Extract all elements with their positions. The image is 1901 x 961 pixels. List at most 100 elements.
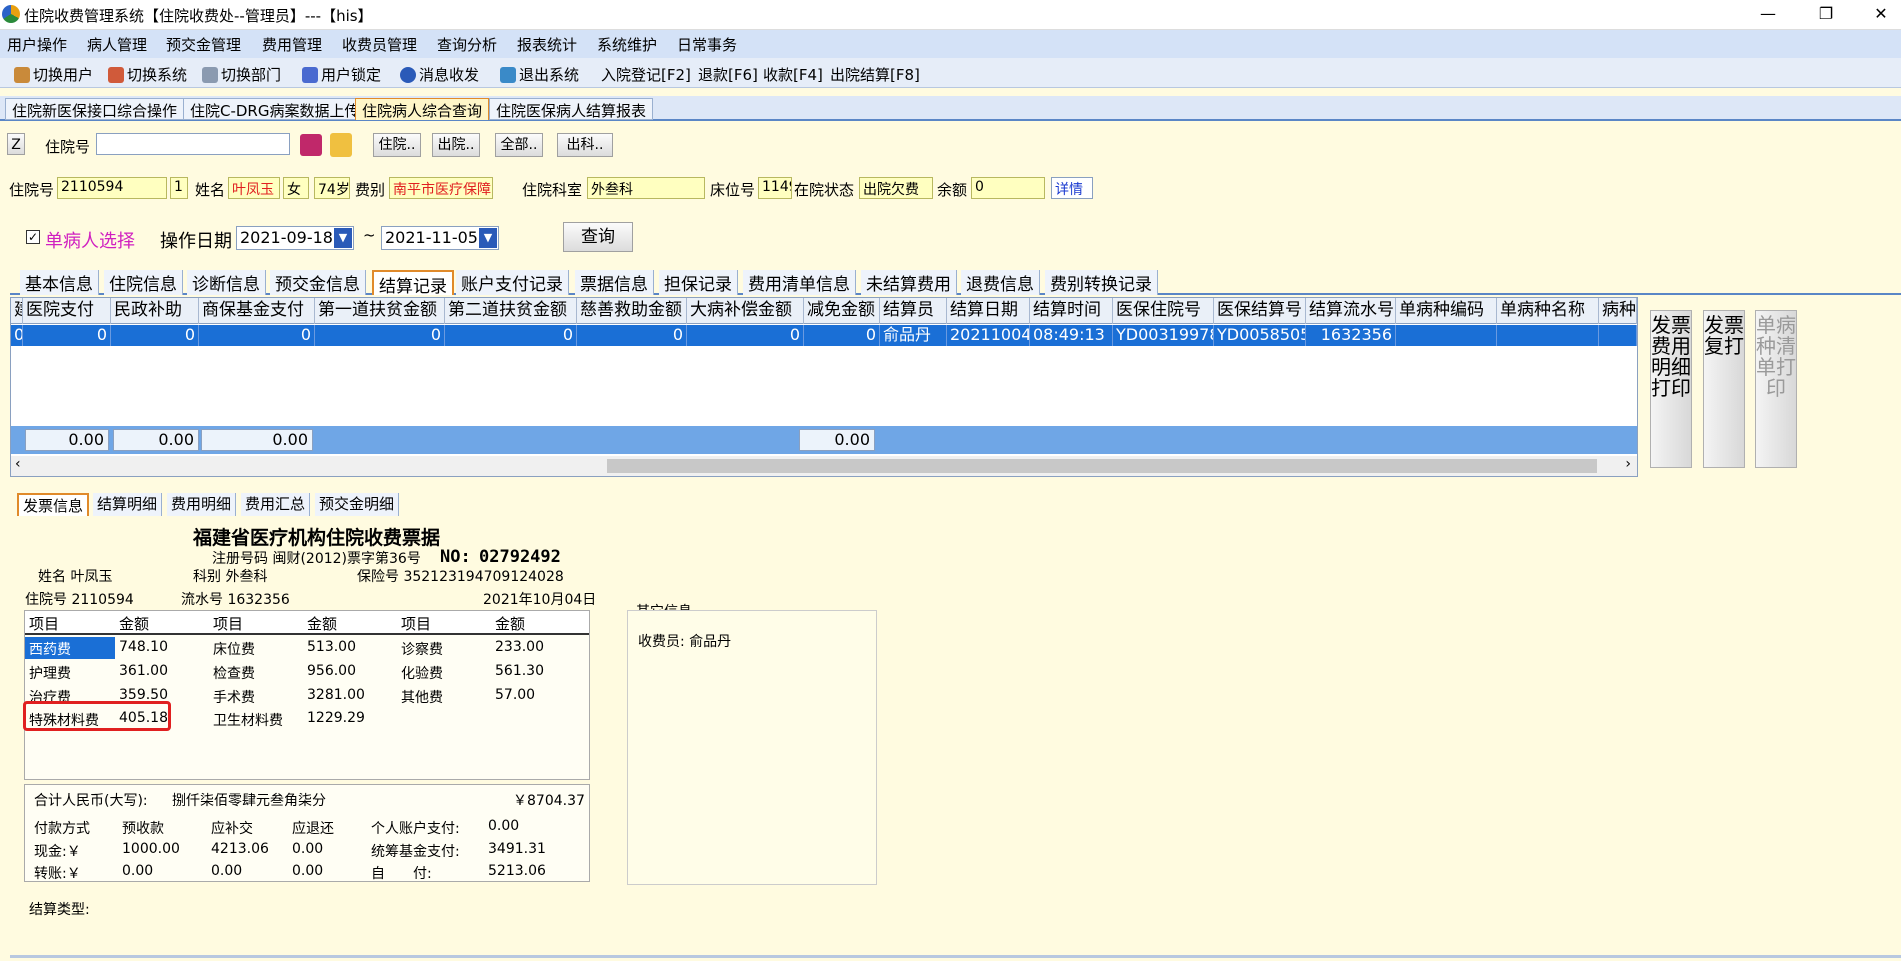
bottom-border [10, 955, 1901, 958]
total-words: 捌仟柒佰零肆元叁角柒分 [172, 793, 326, 809]
menu-daily-affairs[interactable]: 日常事务 [677, 34, 737, 55]
out-dept-button[interactable]: 出科.. [557, 133, 613, 157]
grid-header-cell[interactable]: 民政补助 [111, 298, 199, 324]
grid-header-cell[interactable]: 结算时间 [1030, 298, 1113, 324]
tab-fee-summary[interactable]: 费用汇总 [241, 493, 311, 516]
chevron-down-icon[interactable]: ▼ [479, 228, 497, 248]
close-button[interactable]: ✕ [1858, 3, 1901, 25]
menu-query-analysis[interactable]: 查询分析 [437, 34, 497, 55]
table-cell: 08:49:13 [1030, 325, 1113, 346]
tab-invoice-info[interactable]: 发票信息 [17, 493, 90, 516]
minimize-button[interactable]: — [1745, 3, 1791, 25]
tab-fee-list[interactable]: 费用清单信息 [743, 270, 856, 295]
inhosp-button[interactable]: 住院.. [373, 133, 421, 157]
tab-fee-detail[interactable]: 费用明细 [167, 493, 237, 516]
discharged-button[interactable]: 出院.. [432, 133, 480, 157]
receipt-reg-no: 注册号码 闽财(2012)票字第36号 [212, 551, 421, 567]
tab-drg-upload[interactable]: 住院C-DRG病案数据上传 [183, 98, 367, 120]
card-reader-icon[interactable] [300, 134, 322, 156]
tab-guarantee[interactable]: 担保记录 [659, 270, 738, 295]
scroll-left-icon[interactable]: ‹ [15, 456, 21, 472]
table-row[interactable]: 0 0 0 0 0 0 0 0 0 俞品丹 20211004 08:49:13 … [11, 325, 1637, 346]
refund-button[interactable]: 退款[F6] [698, 64, 758, 85]
single-patient-checkbox[interactable]: ✓ [26, 230, 40, 244]
tab-inpatient-info[interactable]: 住院信息 [104, 270, 183, 295]
due-label: 应补交 [211, 821, 253, 837]
tab-invoice-info[interactable]: 票据信息 [575, 270, 654, 295]
menu-fee-mgmt[interactable]: 费用管理 [262, 34, 322, 55]
fee-amount: 233.00 [495, 639, 544, 655]
grid-header-cell[interactable]: 大病补偿金额 [687, 298, 804, 324]
grid-header-cell[interactable]: 结算日期 [947, 298, 1030, 324]
lock-user-button[interactable]: 用户锁定 [302, 64, 381, 85]
tab-deposit-info[interactable]: 预交金信息 [270, 270, 366, 295]
restore-button[interactable]: ❐ [1803, 3, 1849, 25]
tab-insurance-ops[interactable]: 住院新医保接口综合操作 [5, 98, 185, 120]
reprint-invoice-button[interactable]: 发票复打 [1703, 310, 1745, 468]
admission-button[interactable]: 入院登记[F2] [601, 64, 691, 85]
grid-header-cell[interactable]: 慈善救助金额 [577, 298, 687, 324]
col-item: 项目 [213, 615, 244, 633]
discharge-settle-button[interactable]: 出院结算[F8] [830, 64, 920, 85]
messages-button[interactable]: 消息收发 [400, 64, 479, 85]
grid-header-cell[interactable]: 结算员 [880, 298, 947, 324]
tab-fee-type-change[interactable]: 费别转换记录 [1045, 270, 1158, 295]
grid-header-cell[interactable]: 医保住院号 [1113, 298, 1214, 324]
switch-system-button[interactable]: 切换系统 [108, 64, 187, 85]
table-cell: 0 [445, 325, 577, 346]
tab-settlement-records[interactable]: 结算记录 [372, 270, 454, 297]
grid-header-cell[interactable]: 医保结算号 [1214, 298, 1306, 324]
tab-unsettled-fees[interactable]: 未结算费用 [861, 270, 957, 295]
table-cell [1599, 325, 1637, 346]
grid-header-cell[interactable]: 第二道扶贫金额 [445, 298, 577, 324]
date-to-picker[interactable]: 2021-11-05 ▼ [381, 226, 499, 250]
print-single-disease-button[interactable]: 单病种清单打印 [1755, 310, 1797, 468]
grid-header-cell[interactable]: 医院支付 [23, 298, 111, 324]
grid-header-cell[interactable]: 商保基金支付 [199, 298, 315, 324]
tab-account-payment[interactable]: 账户支付记录 [456, 270, 569, 295]
menu-reports[interactable]: 报表统计 [517, 34, 577, 55]
inpatient-no-input[interactable] [96, 133, 290, 155]
tab-diagnosis-info[interactable]: 诊断信息 [187, 270, 266, 295]
tab-basic-info[interactable]: 基本信息 [20, 270, 99, 295]
switch-user-button[interactable]: 切换用户 [14, 64, 93, 85]
grid-header-cell[interactable]: 单病种编码 [1396, 298, 1497, 324]
tag-icon[interactable] [330, 133, 352, 157]
tab-insurance-report[interactable]: 住院医保病人结算报表 [489, 98, 654, 120]
z-button[interactable]: Z [7, 133, 25, 155]
name-label: 姓名 [195, 181, 226, 199]
chevron-down-icon[interactable]: ▼ [334, 228, 352, 248]
dept-label: 住院科室 [522, 181, 583, 199]
date-from-picker[interactable]: 2021-09-18 ▼ [236, 226, 354, 250]
scroll-thumb[interactable] [607, 459, 1597, 473]
menu-system-maint[interactable]: 系统维护 [597, 34, 657, 55]
table-cell: 俞品丹 [880, 325, 947, 346]
tab-inpatient-query[interactable]: 住院病人综合查询 [355, 98, 490, 120]
all-button[interactable]: 全部.. [495, 133, 543, 157]
fee-item: 床位费 [213, 642, 255, 658]
tab-deposit-detail[interactable]: 预交金明细 [315, 493, 400, 516]
age-field: 74岁 [314, 177, 350, 199]
receipt-no-label: NO: [440, 547, 471, 567]
menu-cashier-mgmt[interactable]: 收费员管理 [342, 34, 417, 55]
switch-dept-button[interactable]: 切换部门 [202, 64, 281, 85]
query-button[interactable]: 查询 [563, 222, 633, 252]
menu-patient-mgmt[interactable]: 病人管理 [87, 34, 147, 55]
grid-header-cell[interactable]: 减免金额 [804, 298, 880, 324]
receipt-date: 2021年10月04日 [483, 592, 597, 608]
menu-user-ops[interactable]: 用户操作 [7, 34, 67, 55]
grid-header-cell[interactable]: 第一道扶贫金额 [315, 298, 445, 324]
collect-button[interactable]: 收款[F4] [763, 64, 823, 85]
detail-link[interactable]: 详情 [1051, 177, 1093, 199]
grid-header-cell[interactable]: 结算流水号 [1306, 298, 1396, 324]
tab-settle-detail[interactable]: 结算明细 [93, 493, 163, 516]
grid-header-cell[interactable]: 单病种名称 [1497, 298, 1599, 324]
tab-refund-info[interactable]: 退费信息 [961, 270, 1040, 295]
grid-header-cell[interactable]: 病种拍 [1599, 298, 1637, 324]
exit-system-button[interactable]: 退出系统 [500, 64, 579, 85]
print-invoice-detail-button[interactable]: 发票费用明细打印 [1650, 310, 1692, 468]
receipt-title: 福建省医疗机构住院收费票据 [193, 527, 441, 549]
horizontal-scrollbar[interactable]: ‹ › [11, 456, 1637, 476]
scroll-right-icon[interactable]: › [1625, 456, 1631, 472]
menu-deposit-mgmt[interactable]: 预交金管理 [166, 34, 241, 55]
